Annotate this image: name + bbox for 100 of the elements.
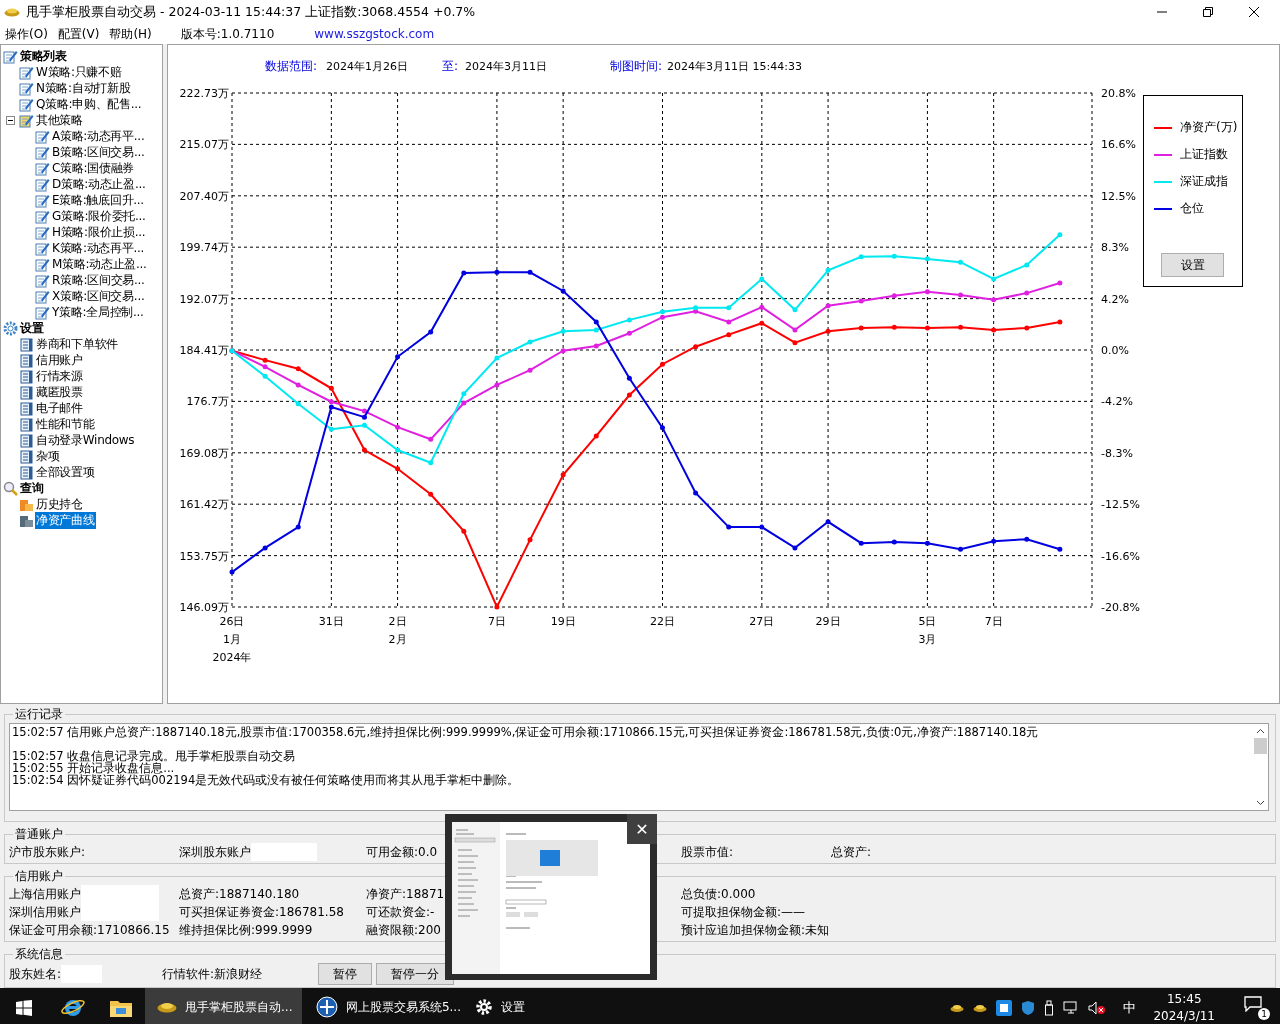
tree-item[interactable]: 自动登录Windows xyxy=(35,431,136,449)
website-link[interactable]: www.sszgstock.com xyxy=(314,27,435,41)
clock[interactable]: 15:45 2024/3/11 xyxy=(1153,991,1215,1024)
data-point xyxy=(295,366,301,372)
data-point xyxy=(825,267,831,273)
y-axis-label: 222.73万 xyxy=(179,87,229,100)
y-axis-label: 199.74万 xyxy=(179,241,229,255)
tree-item[interactable]: H策略:限价止损... xyxy=(51,223,147,241)
app-tray-icon[interactable] xyxy=(996,1000,1013,1016)
folder-icon[interactable] xyxy=(109,998,133,1018)
tree-item[interactable]: D策略:动态止盈... xyxy=(51,175,147,193)
data-point xyxy=(891,253,897,259)
scroll-down-icon[interactable] xyxy=(1256,800,1265,806)
data-point xyxy=(593,327,599,333)
data-point xyxy=(461,270,467,276)
pause-button[interactable]: 暂停一分 xyxy=(376,963,454,985)
tree-item[interactable]: M策略:动态止盈... xyxy=(51,255,148,273)
data-point xyxy=(626,330,632,336)
scroll-thumb[interactable] xyxy=(1254,738,1267,754)
taskbar-button[interactable]: 设置 xyxy=(463,988,620,1024)
restore-icon[interactable] xyxy=(1202,6,1214,18)
tree-item[interactable]: A策略:动态再平... xyxy=(51,127,146,145)
tree-item[interactable]: Q策略:申购、配售... xyxy=(35,95,143,113)
input-method-indicator[interactable]: 中 xyxy=(1123,999,1137,1017)
data-point xyxy=(560,328,566,334)
tree-item[interactable]: 电子邮件 xyxy=(35,399,84,417)
tree-item[interactable]: N策略:自动打新股 xyxy=(35,79,132,97)
data-point xyxy=(792,340,798,346)
x-axis-label: 2日 xyxy=(388,615,407,628)
menu-item[interactable]: 帮助(H) xyxy=(104,25,157,43)
pause-button[interactable]: 暂停 xyxy=(318,963,372,985)
taskbar-button[interactable]: 甩手掌柜股票自动... xyxy=(145,988,302,1024)
account-value: 可提取担保物金额:—— xyxy=(681,903,806,921)
tree-item[interactable]: 其他策略 xyxy=(35,111,84,129)
data-point xyxy=(262,373,268,379)
data-point xyxy=(295,524,301,530)
taskbar-button[interactable]: 网上股票交易系统5... xyxy=(304,988,461,1024)
tree-item[interactable]: 设置 xyxy=(19,319,45,337)
tree-item[interactable]: 杂项 xyxy=(35,447,61,465)
x-axis-label: 7日 xyxy=(984,615,1003,628)
menu-item[interactable]: 操作(O) xyxy=(0,25,53,43)
data-point xyxy=(825,328,831,334)
data-point xyxy=(825,519,831,525)
account-value: 行情软件:新浪财经 xyxy=(162,965,263,983)
data-point xyxy=(891,324,897,330)
data-point xyxy=(361,422,367,428)
ingot-icon[interactable] xyxy=(950,1004,965,1012)
document-icon xyxy=(19,464,34,480)
tree-item[interactable]: 行情来源 xyxy=(35,367,84,385)
tree-item[interactable]: 藏匿股票 xyxy=(35,383,84,401)
tree-item[interactable]: 查询 xyxy=(19,479,45,497)
x-axis-label: 2月 xyxy=(388,633,407,646)
close-icon[interactable] xyxy=(1248,6,1260,18)
data-point xyxy=(991,297,997,303)
tree-item[interactable]: 策略列表 xyxy=(19,47,68,65)
speaker-muted-icon[interactable] xyxy=(1088,1001,1107,1015)
menu-item[interactable]: 配置(V) xyxy=(52,25,105,43)
tree-item[interactable]: G策略:限价委托... xyxy=(51,207,147,225)
tree-item[interactable]: 历史持仓 xyxy=(35,495,84,513)
collapse-toggle-icon[interactable] xyxy=(6,115,15,125)
notification-button[interactable]: 1 xyxy=(1244,996,1270,1020)
usb-device-icon[interactable] xyxy=(1044,1000,1055,1016)
shield-icon[interactable] xyxy=(1021,1000,1036,1016)
data-point xyxy=(858,325,864,331)
version-label: 版本号:1.0.7110 xyxy=(180,25,275,43)
y-axis-label: 153.75万 xyxy=(179,549,229,563)
tree-item[interactable]: 信用账户 xyxy=(35,351,84,369)
data-point xyxy=(527,537,533,543)
scroll-up-icon[interactable] xyxy=(1256,728,1265,734)
tree-item[interactable]: 全部设置项 xyxy=(35,463,96,481)
close-button[interactable]: ✕ xyxy=(627,814,657,844)
data-point xyxy=(328,426,334,432)
x-axis-label: 19日 xyxy=(550,615,576,628)
account-label: 上海信用账户 xyxy=(9,885,81,903)
tree-item[interactable]: Y策略:全局控制... xyxy=(51,303,145,321)
account-value: 股票市值: xyxy=(681,843,734,861)
data-point xyxy=(428,436,434,442)
log-textarea[interactable] xyxy=(9,723,1269,811)
tree-item[interactable]: K策略:动态再平... xyxy=(51,239,146,257)
tree-item[interactable]: 净资产曲线 xyxy=(35,511,96,529)
y-axis-label: 12.5% xyxy=(1101,189,1136,203)
data-point xyxy=(1057,280,1063,286)
tree-item[interactable]: X策略:区间交易... xyxy=(51,287,146,305)
tree-item[interactable]: 性能和节能 xyxy=(35,415,96,433)
data-point xyxy=(229,569,235,575)
tree-item[interactable]: 券商和下单软件 xyxy=(35,335,119,353)
windows-start-icon[interactable] xyxy=(16,1000,32,1016)
tree-item[interactable]: C策略:国债融券 xyxy=(51,159,136,177)
notepad-pencil-icon xyxy=(35,160,50,176)
ingot-icon[interactable] xyxy=(973,1004,988,1012)
log-line: 15:02:57 收盘信息记录完成。甩手掌柜股票自动交易 xyxy=(12,750,297,762)
document-icon xyxy=(19,384,34,400)
tree-item[interactable]: B策略:区间交易... xyxy=(51,143,146,161)
network-icon[interactable] xyxy=(1063,1001,1080,1015)
notepad-pencil-icon xyxy=(35,256,50,272)
notepad-pencil-icon xyxy=(35,288,50,304)
legend-settings-button[interactable]: 设置 xyxy=(1161,253,1224,277)
tree-item[interactable]: R策略:区间交易... xyxy=(51,271,146,289)
tree-item[interactable]: E策略:触底回升... xyxy=(51,191,145,209)
tree-item[interactable]: W策略:只赚不赔 xyxy=(35,63,123,81)
